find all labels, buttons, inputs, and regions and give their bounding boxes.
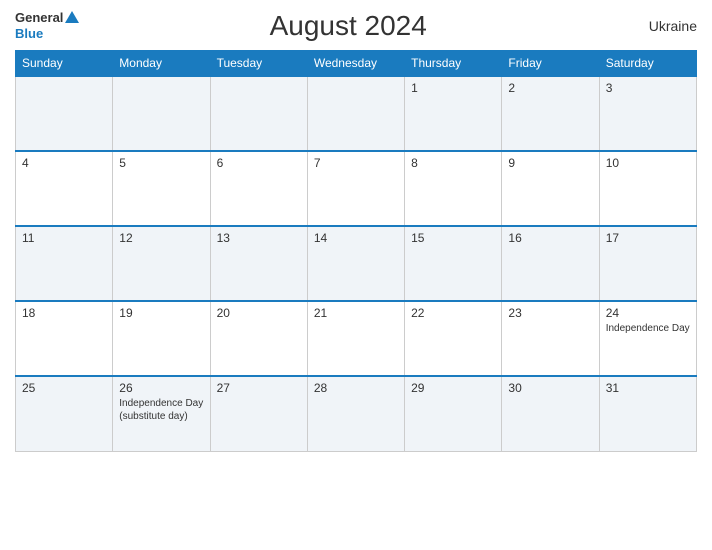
calendar-day-cell: 26 Independence Day (substitute day) <box>113 376 210 451</box>
calendar-day-cell: 4 <box>16 151 113 226</box>
day-number: 8 <box>411 156 495 170</box>
day-number: 20 <box>217 306 301 320</box>
calendar-day-cell: 6 <box>210 151 307 226</box>
day-number: 14 <box>314 231 398 245</box>
day-number: 24 <box>606 306 690 320</box>
day-number: 26 <box>119 381 203 395</box>
calendar-day-cell: 13 <box>210 226 307 301</box>
calendar-day-cell: 7 <box>307 151 404 226</box>
calendar-day-cell: 15 <box>405 226 502 301</box>
calendar-day-cell <box>113 76 210 151</box>
header-monday: Monday <box>113 51 210 77</box>
day-number: 29 <box>411 381 495 395</box>
calendar-day-cell <box>210 76 307 151</box>
header-saturday: Saturday <box>599 51 696 77</box>
calendar-day-cell: 16 <box>502 226 599 301</box>
calendar-day-cell: 20 <box>210 301 307 376</box>
calendar-table: Sunday Monday Tuesday Wednesday Thursday… <box>15 50 697 452</box>
calendar-day-cell: 1 <box>405 76 502 151</box>
header: General Blue August 2024 Ukraine <box>15 10 697 42</box>
calendar-week-row: 25 26 Independence Day (substitute day) 27 2… <box>16 376 697 451</box>
calendar-day-cell: 24 Independence Day <box>599 301 696 376</box>
header-thursday: Thursday <box>405 51 502 77</box>
logo-triangle-icon <box>65 11 79 23</box>
calendar-day-cell: 2 <box>502 76 599 151</box>
calendar-day-cell: 31 <box>599 376 696 451</box>
header-sunday: Sunday <box>16 51 113 77</box>
weekday-header-row: Sunday Monday Tuesday Wednesday Thursday… <box>16 51 697 77</box>
header-friday: Friday <box>502 51 599 77</box>
calendar-title: August 2024 <box>79 10 617 42</box>
calendar-day-cell: 10 <box>599 151 696 226</box>
calendar-day-cell: 11 <box>16 226 113 301</box>
day-number: 2 <box>508 81 592 95</box>
calendar-day-cell: 12 <box>113 226 210 301</box>
day-number: 3 <box>606 81 690 95</box>
day-number: 17 <box>606 231 690 245</box>
calendar-day-cell: 25 <box>16 376 113 451</box>
calendar-day-cell: 27 <box>210 376 307 451</box>
calendar-day-cell: 28 <box>307 376 404 451</box>
calendar-day-cell: 22 <box>405 301 502 376</box>
day-number: 18 <box>22 306 106 320</box>
header-tuesday: Tuesday <box>210 51 307 77</box>
logo-blue: Blue <box>15 26 43 41</box>
calendar-day-cell <box>307 76 404 151</box>
day-number: 9 <box>508 156 592 170</box>
day-number: 25 <box>22 381 106 395</box>
day-event: Independence Day <box>606 322 690 335</box>
day-number: 4 <box>22 156 106 170</box>
calendar-day-cell: 19 <box>113 301 210 376</box>
day-event: Independence Day (substitute day) <box>119 397 203 423</box>
calendar-week-row: 18 19 20 21 22 23 24 Independence Day <box>16 301 697 376</box>
calendar-page: General Blue August 2024 Ukraine Sunday … <box>0 0 712 550</box>
calendar-week-row: 456789 10 <box>16 151 697 226</box>
calendar-day-cell: 8 <box>405 151 502 226</box>
day-number: 21 <box>314 306 398 320</box>
day-number: 11 <box>22 231 106 245</box>
calendar-day-cell: 9 <box>502 151 599 226</box>
day-number: 30 <box>508 381 592 395</box>
day-number: 13 <box>217 231 301 245</box>
day-number: 6 <box>217 156 301 170</box>
calendar-day-cell: 29 <box>405 376 502 451</box>
day-number: 5 <box>119 156 203 170</box>
day-number: 10 <box>606 156 690 170</box>
day-number: 15 <box>411 231 495 245</box>
day-number: 7 <box>314 156 398 170</box>
day-number: 23 <box>508 306 592 320</box>
calendar-week-row: 11 12 13 14 15 16 17 <box>16 226 697 301</box>
calendar-day-cell: 3 <box>599 76 696 151</box>
day-number: 1 <box>411 81 495 95</box>
calendar-day-cell: 30 <box>502 376 599 451</box>
calendar-day-cell: 21 <box>307 301 404 376</box>
country-label: Ukraine <box>617 18 697 34</box>
day-number: 12 <box>119 231 203 245</box>
calendar-day-cell <box>16 76 113 151</box>
header-wednesday: Wednesday <box>307 51 404 77</box>
calendar-day-cell: 18 <box>16 301 113 376</box>
calendar-day-cell: 17 <box>599 226 696 301</box>
day-number: 28 <box>314 381 398 395</box>
day-number: 27 <box>217 381 301 395</box>
calendar-week-row: 123 <box>16 76 697 151</box>
day-number: 19 <box>119 306 203 320</box>
logo: General Blue <box>15 11 79 40</box>
day-number: 16 <box>508 231 592 245</box>
logo-general: General <box>15 11 63 25</box>
day-number: 31 <box>606 381 690 395</box>
calendar-day-cell: 5 <box>113 151 210 226</box>
day-number: 22 <box>411 306 495 320</box>
calendar-day-cell: 23 <box>502 301 599 376</box>
calendar-day-cell: 14 <box>307 226 404 301</box>
